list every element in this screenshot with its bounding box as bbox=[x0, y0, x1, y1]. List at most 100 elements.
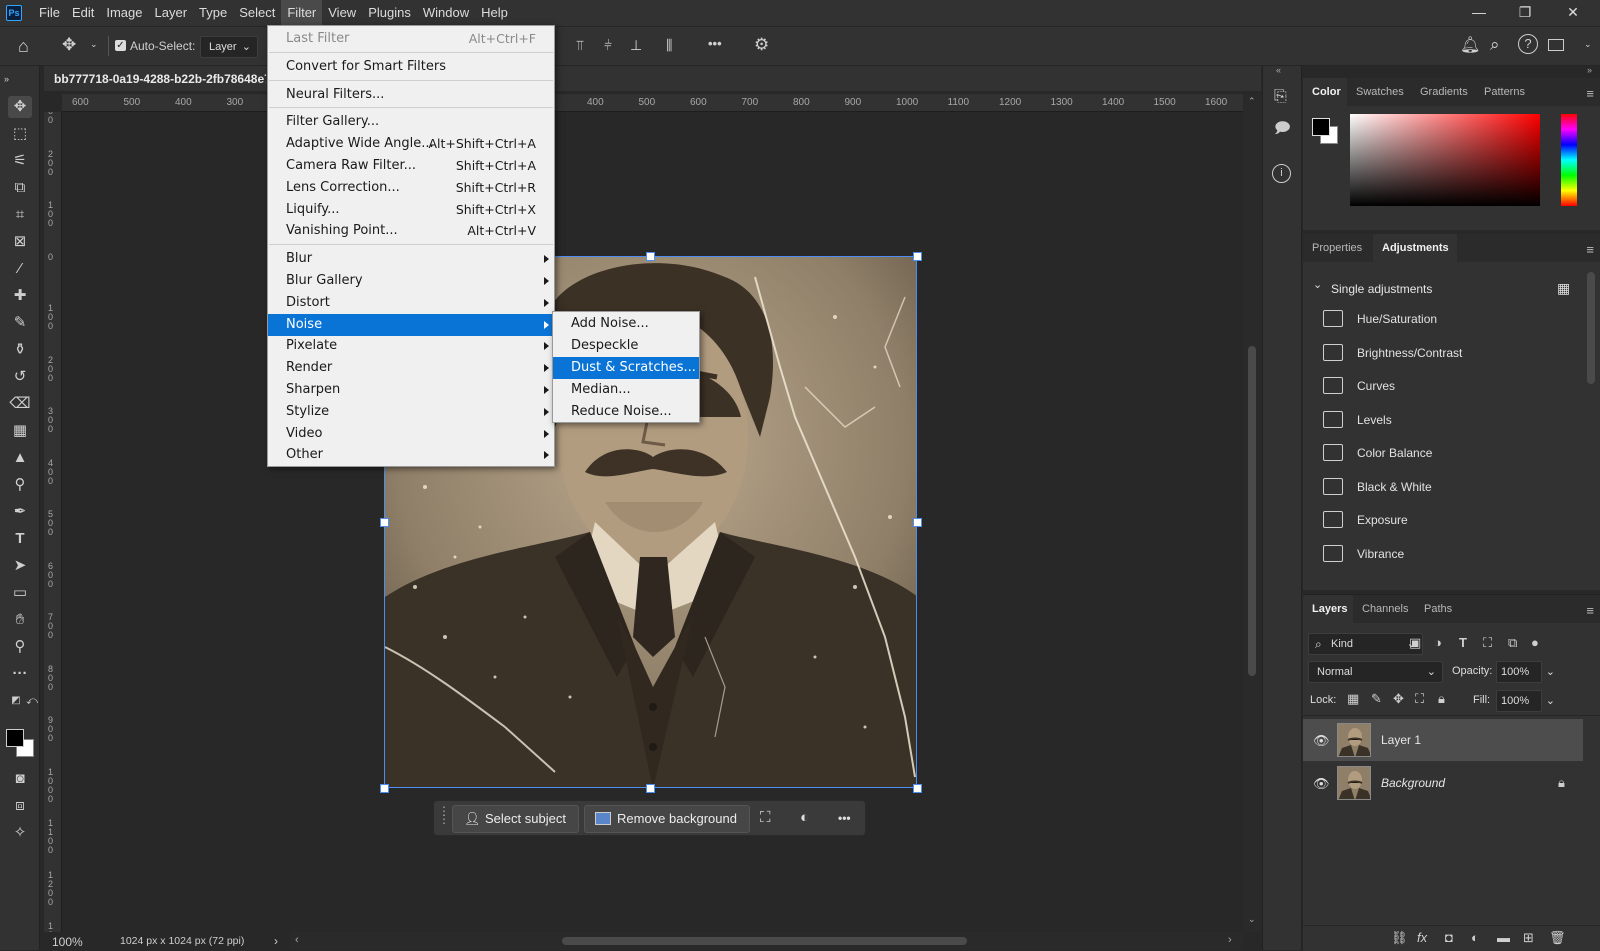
transform-handle[interactable] bbox=[913, 252, 922, 261]
filter-type-icon[interactable]: T bbox=[1459, 635, 1467, 650]
frame-tool-icon[interactable]: ⊠ bbox=[8, 231, 32, 253]
transform-handle[interactable] bbox=[646, 784, 655, 793]
menu-image[interactable]: Image bbox=[100, 0, 148, 26]
filter-menu-item[interactable]: Stylize bbox=[268, 401, 554, 423]
transform-handle[interactable] bbox=[913, 518, 922, 527]
align-vertical-center-icon[interactable]: ⫩ bbox=[604, 37, 612, 54]
healing-brush-tool-icon[interactable]: ✚ bbox=[8, 285, 32, 307]
lock-icon[interactable]: 🔒︎ bbox=[1558, 775, 1565, 791]
marquee-tool-icon[interactable]: ⬚ bbox=[8, 123, 32, 145]
layer-filter-kind-dropdown[interactable]: ⌕ Kind ⌄ bbox=[1308, 633, 1423, 655]
adjustment-item[interactable]: Vibrance bbox=[1323, 539, 1583, 569]
trash-icon[interactable]: 🗑︎ bbox=[1549, 930, 1566, 946]
hand-tool-icon[interactable]: ✋︎ bbox=[8, 609, 32, 631]
filter-menu-item[interactable]: Liquify... Shift+Ctrl+X bbox=[268, 199, 554, 221]
tab-properties[interactable]: Properties bbox=[1303, 234, 1373, 262]
history-brush-tool-icon[interactable]: ↺ bbox=[8, 366, 32, 388]
filter-menu-item[interactable]: Distort bbox=[268, 292, 554, 314]
chevron-down-icon[interactable]: ⌄ bbox=[1546, 662, 1555, 682]
color-field[interactable] bbox=[1350, 114, 1540, 206]
filter-menu-item[interactable]: Vanishing Point... Alt+Ctrl+V bbox=[268, 220, 554, 242]
vertical-scrollbar[interactable]: ⌃ ⌄ bbox=[1243, 94, 1261, 932]
search-icon[interactable]: ⌕ bbox=[1490, 35, 1500, 55]
align-top-icon[interactable]: ⫪ bbox=[576, 37, 584, 54]
filter-menu-item[interactable]: Blur Gallery bbox=[268, 270, 554, 292]
eyedropper-tool-icon[interactable]: ⁄ bbox=[8, 258, 32, 280]
zoom-level[interactable]: 100% bbox=[52, 935, 83, 949]
info-icon[interactable]: i bbox=[1272, 164, 1291, 183]
layer-row[interactable]: 👁︎ Layer 1 bbox=[1303, 719, 1583, 761]
menu-view[interactable]: View bbox=[322, 0, 362, 26]
horizontal-scrollbar[interactable]: ‹ › bbox=[290, 932, 1243, 950]
lock-all-icon[interactable]: 🔒︎ bbox=[1438, 691, 1445, 707]
horizontal-scroll-thumb[interactable] bbox=[562, 937, 967, 945]
gear-icon[interactable]: ⚙ bbox=[754, 35, 769, 55]
help-icon[interactable]: ? bbox=[1518, 34, 1538, 54]
edit-toolbar-icon[interactable]: ··· bbox=[8, 663, 32, 685]
menu-filter[interactable]: Filter bbox=[281, 0, 323, 26]
close-button[interactable]: ✕ bbox=[1550, 0, 1596, 26]
filter-menu-item[interactable]: Lens Correction... Shift+Ctrl+R bbox=[268, 177, 554, 199]
tab-gradients[interactable]: Gradients bbox=[1411, 78, 1475, 106]
menu-window[interactable]: Window bbox=[417, 0, 475, 26]
eye-icon[interactable]: 👁︎ bbox=[1313, 776, 1330, 792]
fill-input[interactable]: 100% ⌄ bbox=[1496, 690, 1555, 712]
lock-artboard-icon[interactable]: ⛶ bbox=[1415, 691, 1424, 707]
adjustment-icon[interactable]: ◐ bbox=[800, 809, 809, 826]
minimize-button[interactable]: — bbox=[1456, 0, 1502, 26]
tab-paths[interactable]: Paths bbox=[1415, 595, 1459, 623]
filter-menu-item[interactable]: Video bbox=[268, 423, 554, 445]
collapse-toolbar-icon[interactable]: » bbox=[4, 68, 28, 90]
layer-row[interactable]: 👁︎ Background 🔒︎ bbox=[1303, 762, 1583, 804]
lock-image-pixels-icon[interactable]: ✎ bbox=[1371, 691, 1382, 707]
menu-file[interactable]: File bbox=[33, 0, 66, 26]
collapse-icon[interactable]: « bbox=[1276, 65, 1281, 75]
scroll-down-icon[interactable]: ⌄ bbox=[1248, 914, 1256, 925]
opacity-input[interactable]: 100% ⌄ bbox=[1496, 661, 1555, 683]
menu-layer[interactable]: Layer bbox=[149, 0, 194, 26]
menu-type[interactable]: Type bbox=[193, 0, 233, 26]
workspace-icon[interactable] bbox=[1548, 39, 1564, 51]
comments-icon[interactable]: 🗩︎ bbox=[1274, 118, 1291, 143]
adjustment-item[interactable]: Color Balance bbox=[1323, 438, 1583, 468]
bell-icon[interactable]: 🔔︎ bbox=[1460, 35, 1480, 55]
filter-menu-item[interactable]: Pixelate bbox=[268, 335, 554, 357]
transform-handle[interactable] bbox=[380, 518, 389, 527]
new-layer-icon[interactable]: ⊞ bbox=[1523, 930, 1534, 946]
single-adjustments-heading[interactable]: Single adjustments bbox=[1331, 282, 1432, 296]
transform-icon[interactable]: ⛶ bbox=[760, 809, 771, 826]
eraser-tool-icon[interactable]: ⌫ bbox=[8, 393, 32, 415]
foreground-color-swatch[interactable] bbox=[6, 729, 24, 747]
foreground-color-swatch[interactable] bbox=[1312, 118, 1330, 136]
filter-menu-item[interactable]: Render bbox=[268, 357, 554, 379]
rectangle-tool-icon[interactable]: ▭ bbox=[8, 582, 32, 604]
lock-position-icon[interactable]: ✥ bbox=[1393, 691, 1404, 707]
noise-menu-item[interactable]: Reduce Noise... bbox=[553, 401, 699, 423]
new-adjustment-layer-icon[interactable]: ◐ bbox=[1471, 930, 1479, 945]
history-icon[interactable]: ⎘ bbox=[1274, 88, 1287, 106]
drag-handle-icon[interactable]: ⋮ ⋮ bbox=[438, 805, 450, 825]
tab-layers[interactable]: Layers bbox=[1303, 595, 1353, 623]
tab-channels[interactable]: Channels bbox=[1353, 595, 1415, 623]
chevron-down-icon[interactable]: ⌄ bbox=[1313, 278, 1322, 291]
swap-colors-icon[interactable]: ⤺ bbox=[20, 690, 44, 712]
adjustment-item[interactable]: Hue/Saturation bbox=[1323, 304, 1583, 334]
lock-transparent-pixels-icon[interactable]: ▦ bbox=[1347, 691, 1359, 707]
tab-swatches[interactable]: Swatches bbox=[1347, 78, 1411, 106]
layer-name[interactable]: Background bbox=[1381, 776, 1445, 790]
noise-menu-item[interactable]: Median... bbox=[553, 379, 699, 401]
filter-menu-item[interactable]: Sharpen bbox=[268, 379, 554, 401]
type-tool-icon[interactable]: T bbox=[8, 528, 32, 550]
crop-tool-icon[interactable]: ⌗ bbox=[8, 204, 32, 226]
fx-icon[interactable]: fx bbox=[1417, 930, 1427, 945]
filter-menu-item[interactable]: Neural Filters... bbox=[268, 84, 554, 106]
adjustment-item[interactable]: Black & White bbox=[1323, 472, 1583, 502]
filter-menu-item[interactable]: Noise bbox=[268, 313, 554, 336]
filter-menu-item[interactable]: Camera Raw Filter... Shift+Ctrl+A bbox=[268, 155, 554, 177]
filter-menu-item[interactable]: Convert for Smart Filters bbox=[268, 56, 554, 78]
workspace-chevron-icon[interactable]: ⌄ bbox=[1584, 39, 1592, 50]
add-mask-icon[interactable]: ◘ bbox=[1445, 930, 1453, 945]
adjustment-item[interactable]: Levels bbox=[1323, 405, 1583, 435]
filter-menu-item[interactable]: Blur bbox=[268, 248, 554, 270]
menu-select[interactable]: Select bbox=[233, 0, 281, 26]
